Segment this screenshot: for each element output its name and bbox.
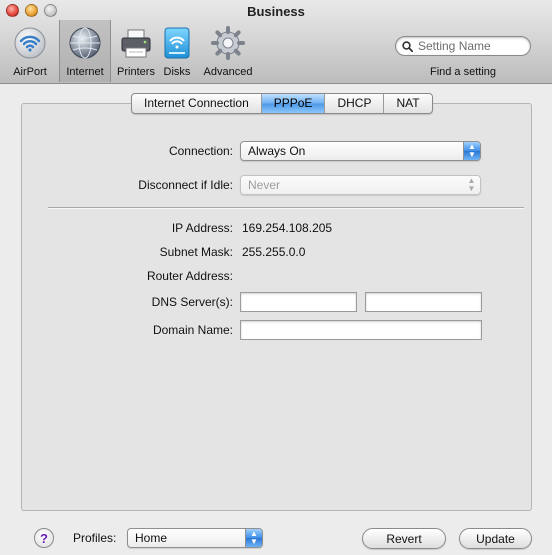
tab-internet-connection[interactable]: Internet Connection: [132, 94, 262, 113]
domain-name-row: Domain Name:: [22, 320, 482, 340]
window-title: Business: [247, 4, 305, 19]
dns-servers-label: DNS Server(s):: [151, 295, 233, 309]
popup-arrows-icon: ▲ ▼: [245, 529, 262, 547]
router-address-label: Router Address:: [146, 269, 233, 283]
ip-address-label: IP Address:: [171, 221, 233, 235]
disconnect-idle-label: Disconnect if Idle:: [138, 178, 233, 192]
toolbar-internet-label: Internet: [66, 66, 104, 78]
profiles-label: Profiles:: [73, 531, 117, 545]
domain-name-label: Domain Name:: [152, 323, 233, 337]
toolbar-internet[interactable]: Internet: [59, 20, 111, 82]
toolbar-disks-label: Disks: [163, 66, 191, 78]
connection-label: Connection:: [168, 144, 233, 158]
search-icon: [402, 40, 413, 52]
router-address-row: Router Address:: [22, 269, 242, 283]
connection-value: Always On: [248, 144, 306, 158]
popup-arrows-icon: ▲ ▼: [467, 176, 476, 193]
connection-popup[interactable]: Always On ▲ ▼: [240, 141, 481, 161]
popup-arrows-icon: ▲ ▼: [463, 142, 480, 160]
update-button[interactable]: Update: [459, 528, 532, 549]
subnet-mask-label: Subnet Mask:: [159, 245, 233, 259]
toolbar-advanced[interactable]: Advanced: [200, 20, 256, 82]
help-button[interactable]: ?: [34, 528, 54, 548]
profiles-popup[interactable]: Home ▲ ▼: [127, 528, 263, 548]
dns-server-2-field[interactable]: [365, 292, 482, 312]
disconnect-idle-value: Never: [248, 178, 281, 192]
airport-icon: [14, 27, 46, 59]
revert-button[interactable]: Revert: [362, 528, 446, 549]
toolbar-airport-label: AirPort: [13, 66, 47, 78]
dns-server-1-field[interactable]: [240, 292, 357, 312]
airport-utility-window: Business AirPort Internet Printers Disks…: [0, 0, 552, 555]
tab-bar: Internet Connection PPPoE DHCP NAT: [131, 93, 433, 114]
ip-address-value: 169.254.108.205: [242, 221, 333, 235]
disconnect-idle-popup[interactable]: Never ▲ ▼: [240, 175, 481, 195]
toolbar-airport[interactable]: AirPort: [4, 20, 56, 82]
toolbar-advanced-label: Advanced: [203, 66, 253, 78]
tab-nat[interactable]: NAT: [384, 94, 431, 113]
profiles-value: Home: [135, 531, 168, 545]
subnet-mask-value: 255.255.0.0: [242, 245, 306, 259]
search-field[interactable]: [395, 36, 531, 56]
disk-icon: [164, 27, 190, 59]
find-setting-label: Find a setting: [429, 66, 497, 78]
gear-icon: [211, 26, 245, 60]
subnet-mask-row: Subnet Mask: 255.255.0.0: [22, 245, 306, 259]
internet-icon: [69, 27, 101, 59]
tab-pppoe[interactable]: PPPoE: [261, 94, 326, 113]
search-input[interactable]: [416, 38, 526, 54]
printer-icon: [121, 29, 151, 58]
toolbar-printers-label: Printers: [117, 66, 155, 78]
ip-address-row: IP Address: 169.254.108.205: [22, 221, 332, 235]
dns-servers-row: DNS Server(s):: [22, 292, 482, 312]
settings-panel: Connection: Always On ▲ ▼ Disconnect if I…: [21, 103, 532, 511]
tab-dhcp[interactable]: DHCP: [325, 94, 385, 113]
disconnect-idle-row: Disconnect if Idle: Never ▲ ▼: [22, 175, 481, 195]
domain-name-field[interactable]: [240, 320, 482, 340]
title-toolbar: Business AirPort Internet Printers Disks…: [0, 0, 552, 84]
section-divider: [48, 207, 524, 209]
toolbar-printers[interactable]: Printers: [112, 20, 160, 82]
toolbar-disks[interactable]: Disks: [158, 20, 196, 82]
connection-row: Connection: Always On ▲ ▼: [22, 141, 481, 161]
